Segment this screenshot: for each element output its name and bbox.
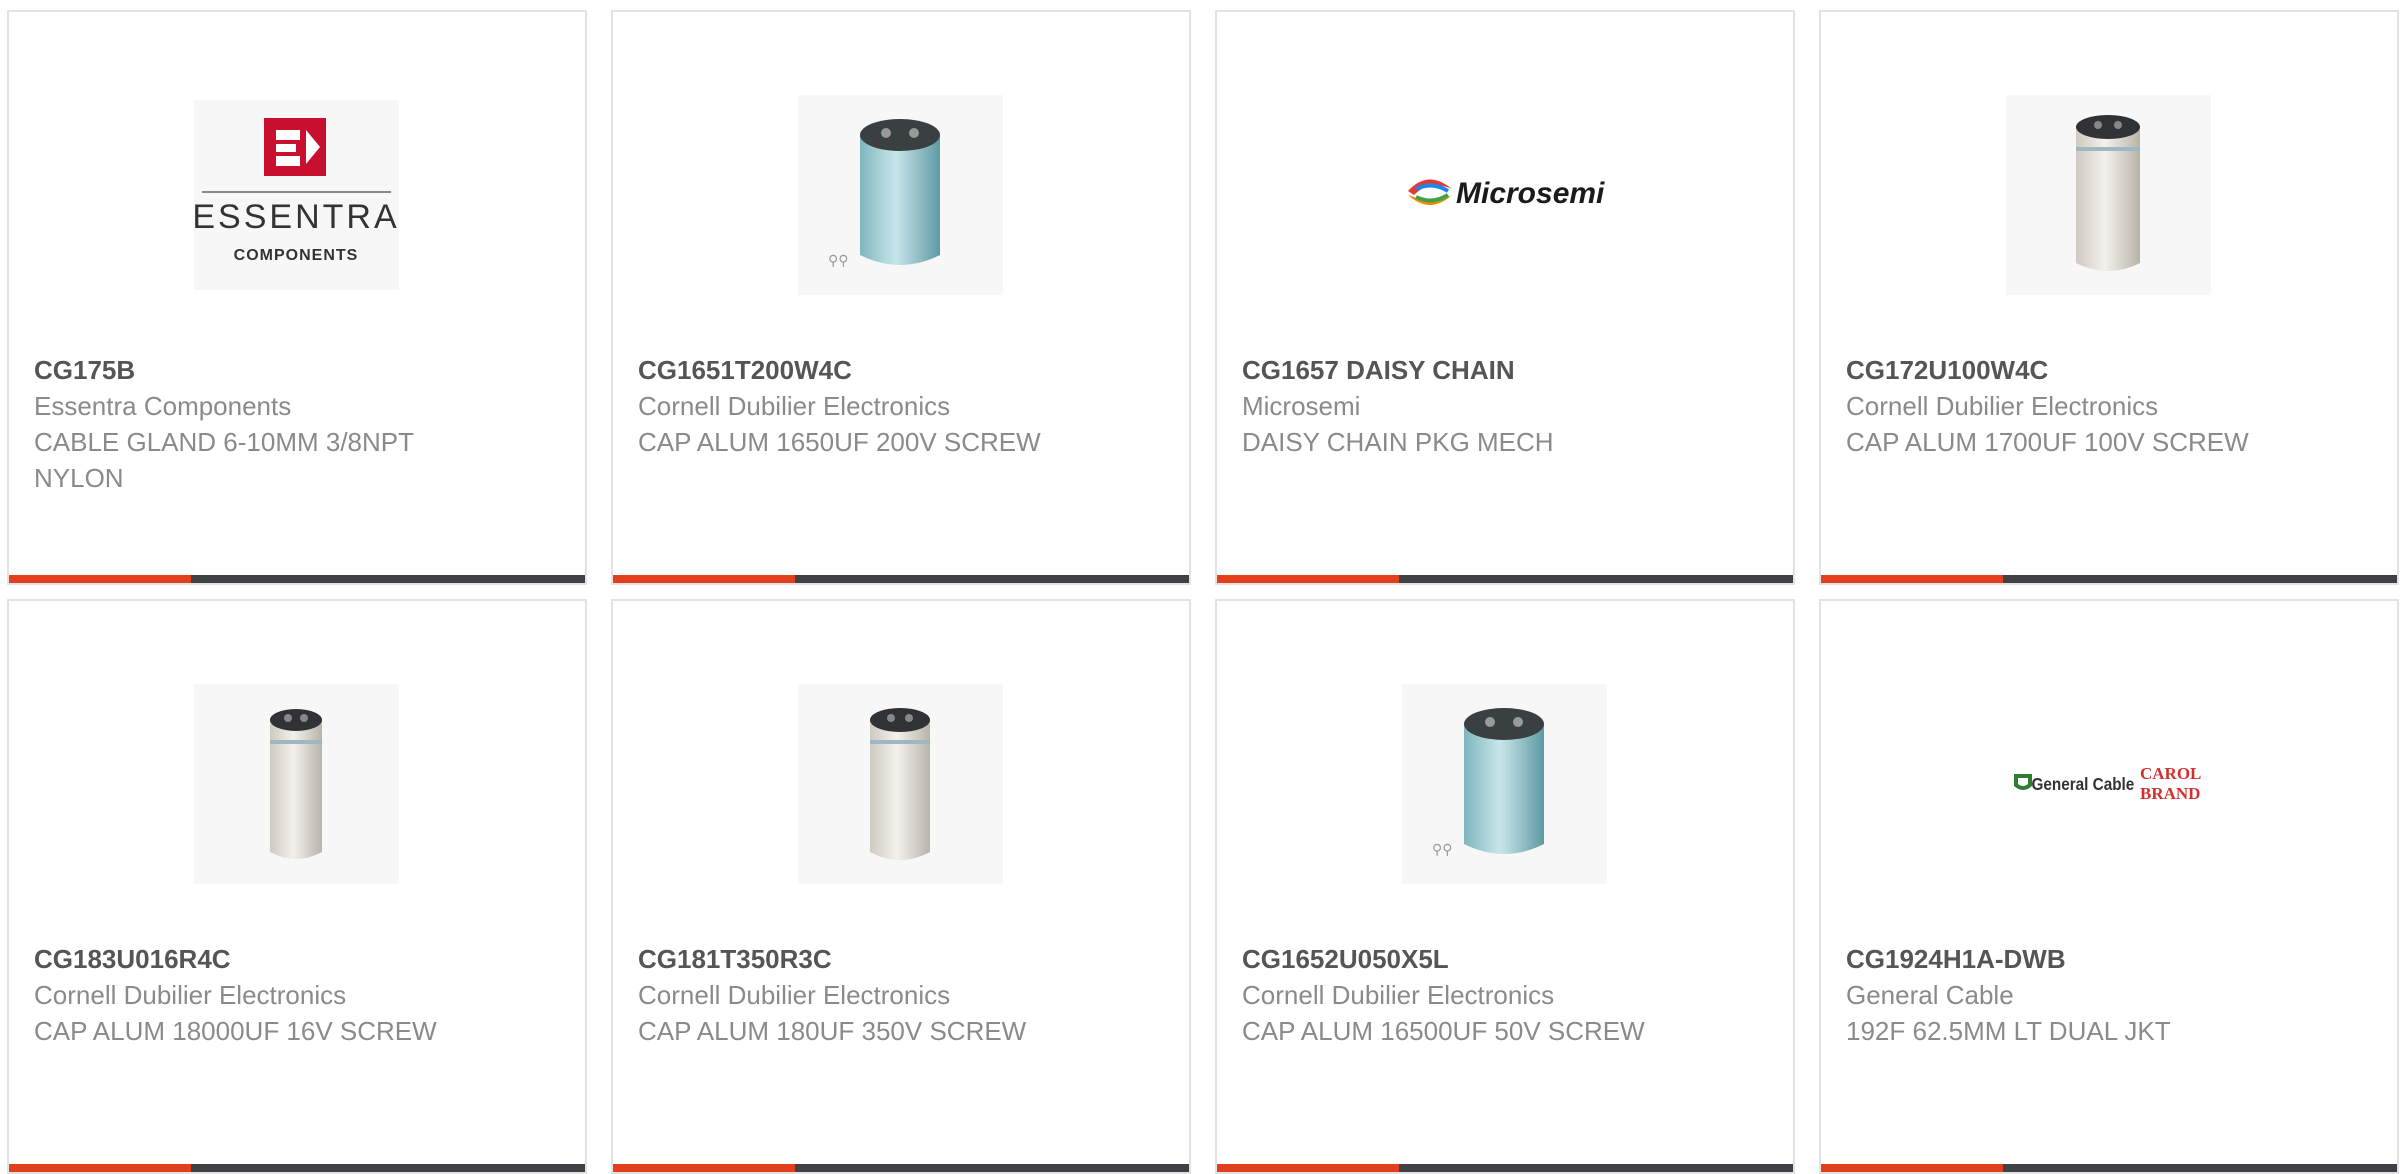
card-footer-accent <box>613 1164 795 1172</box>
card-footer-bar <box>1217 575 1793 583</box>
description: CAP ALUM 1650UF 200V SCREW <box>638 427 1041 457</box>
product-info: CG1657 DAISY CHAIN Microsemi DAISY CHAIN… <box>1242 352 1773 460</box>
svg-text:⚲⚲: ⚲⚲ <box>1432 842 1453 858</box>
product-image: ⚲⚲ <box>798 95 1003 295</box>
part-number[interactable]: CG181T350R3C <box>638 941 1169 977</box>
part-number[interactable]: CG1924H1A-DWB <box>1846 941 2377 977</box>
microsemi-logo-icon: Microsemi <box>1408 177 1605 210</box>
manufacturer: Cornell Dubilier Electronics <box>34 980 347 1010</box>
essentra-logo-icon: ESSENTRA COMPONENTS <box>194 100 399 290</box>
capacitor-icon <box>194 684 399 884</box>
part-number[interactable]: CG1652U050X5L <box>1242 941 1773 977</box>
svg-text:BRAND: BRAND <box>2140 784 2200 803</box>
product-info: CG183U016R4C Cornell Dubilier Electronic… <box>34 941 565 1049</box>
manufacturer: General Cable <box>1846 980 2014 1010</box>
product-image: General Cable CAROL BRAND <box>2006 684 2211 884</box>
product-card[interactable]: Microsemi CG1657 DAISY CHAIN Microsemi D… <box>1215 10 1795 585</box>
product-image <box>798 684 1003 884</box>
card-footer-bar <box>9 575 585 583</box>
manufacturer: Cornell Dubilier Electronics <box>638 980 951 1010</box>
card-footer-accent <box>1217 1164 1399 1172</box>
part-number[interactable]: CG183U016R4C <box>34 941 565 977</box>
card-footer-accent <box>1217 575 1399 583</box>
manufacturer: Cornell Dubilier Electronics <box>1242 980 1555 1010</box>
description: 192F 62.5MM LT DUAL JKT <box>1846 1016 2171 1046</box>
product-grid: ESSENTRA COMPONENTS CG175B Essentra Comp… <box>7 10 2399 1174</box>
description: CAP ALUM 18000UF 16V SCREW <box>34 1016 437 1046</box>
product-image: Microsemi <box>1402 95 1607 295</box>
product-card[interactable]: ESSENTRA COMPONENTS CG175B Essentra Comp… <box>7 10 587 585</box>
description: CAP ALUM 16500UF 50V SCREW <box>1242 1016 1645 1046</box>
part-number[interactable]: CG1651T200W4C <box>638 352 1169 388</box>
capacitor-icon: ⚲⚲ <box>1402 684 1607 884</box>
product-info: CG1651T200W4C Cornell Dubilier Electroni… <box>638 352 1169 460</box>
card-footer-bar <box>613 575 1189 583</box>
description: CAP ALUM 180UF 350V SCREW <box>638 1016 1027 1046</box>
card-footer-bar <box>1821 1164 2397 1172</box>
part-number[interactable]: CG172U100W4C <box>1846 352 2377 388</box>
card-footer-bar <box>613 1164 1189 1172</box>
svg-text:Microsemi: Microsemi <box>1456 177 1605 210</box>
product-card[interactable]: ⚲⚲ CG1651T200W4C Cornell Dubilier Electr… <box>611 10 1191 585</box>
product-card[interactable]: CG183U016R4C Cornell Dubilier Electronic… <box>7 599 587 1174</box>
product-info: CG181T350R3C Cornell Dubilier Electronic… <box>638 941 1169 1049</box>
product-image: ESSENTRA COMPONENTS <box>194 95 399 295</box>
general-cable-logo-icon: General Cable CAROL BRAND <box>2014 764 2201 803</box>
manufacturer: Essentra Components <box>34 391 292 421</box>
part-number[interactable]: CG1657 DAISY CHAIN <box>1242 352 1773 388</box>
product-image: ⚲⚲ <box>1402 684 1607 884</box>
product-card[interactable]: General Cable CAROL BRAND CG1924H1A-DWB … <box>1819 599 2399 1174</box>
svg-text:⚲⚲: ⚲⚲ <box>828 253 849 269</box>
card-footer-accent <box>1821 1164 2003 1172</box>
card-footer-bar <box>9 1164 585 1172</box>
manufacturer: Microsemi <box>1242 391 1361 421</box>
card-footer-accent <box>1821 575 2003 583</box>
card-footer-bar <box>1821 575 2397 583</box>
description: CAP ALUM 1700UF 100V SCREW <box>1846 427 2249 457</box>
product-card[interactable]: CG181T350R3C Cornell Dubilier Electronic… <box>611 599 1191 1174</box>
description: DAISY CHAIN PKG MECH <box>1242 427 1554 457</box>
product-card[interactable]: CG172U100W4C Cornell Dubilier Electronic… <box>1819 10 2399 585</box>
product-image <box>2006 95 2211 295</box>
description: CABLE GLAND 6-10MM 3/8NPT NYLON <box>34 427 414 493</box>
product-info: CG1924H1A-DWB General Cable 192F 62.5MM … <box>1846 941 2377 1049</box>
product-info: CG172U100W4C Cornell Dubilier Electronic… <box>1846 352 2377 460</box>
svg-text:ESSENTRA: ESSENTRA <box>194 198 399 236</box>
card-footer-accent <box>613 575 795 583</box>
product-info: CG1652U050X5L Cornell Dubilier Electroni… <box>1242 941 1773 1049</box>
capacitor-icon <box>798 684 1003 884</box>
part-number[interactable]: CG175B <box>34 352 565 388</box>
capacitor-icon: ⚲⚲ <box>798 95 1003 295</box>
svg-text:CAROL: CAROL <box>2140 764 2201 783</box>
product-info: CG175B Essentra Components CABLE GLAND 6… <box>34 352 565 496</box>
svg-text:General Cable: General Cable <box>2032 774 2135 794</box>
product-image <box>194 684 399 884</box>
manufacturer: Cornell Dubilier Electronics <box>638 391 951 421</box>
capacitor-icon <box>2006 95 2211 295</box>
product-card[interactable]: ⚲⚲ CG1652U050X5L Cornell Dubilier Electr… <box>1215 599 1795 1174</box>
card-footer-accent <box>9 575 191 583</box>
svg-text:COMPONENTS: COMPONENTS <box>234 247 359 264</box>
card-footer-accent <box>9 1164 191 1172</box>
card-footer-bar <box>1217 1164 1793 1172</box>
manufacturer: Cornell Dubilier Electronics <box>1846 391 2159 421</box>
